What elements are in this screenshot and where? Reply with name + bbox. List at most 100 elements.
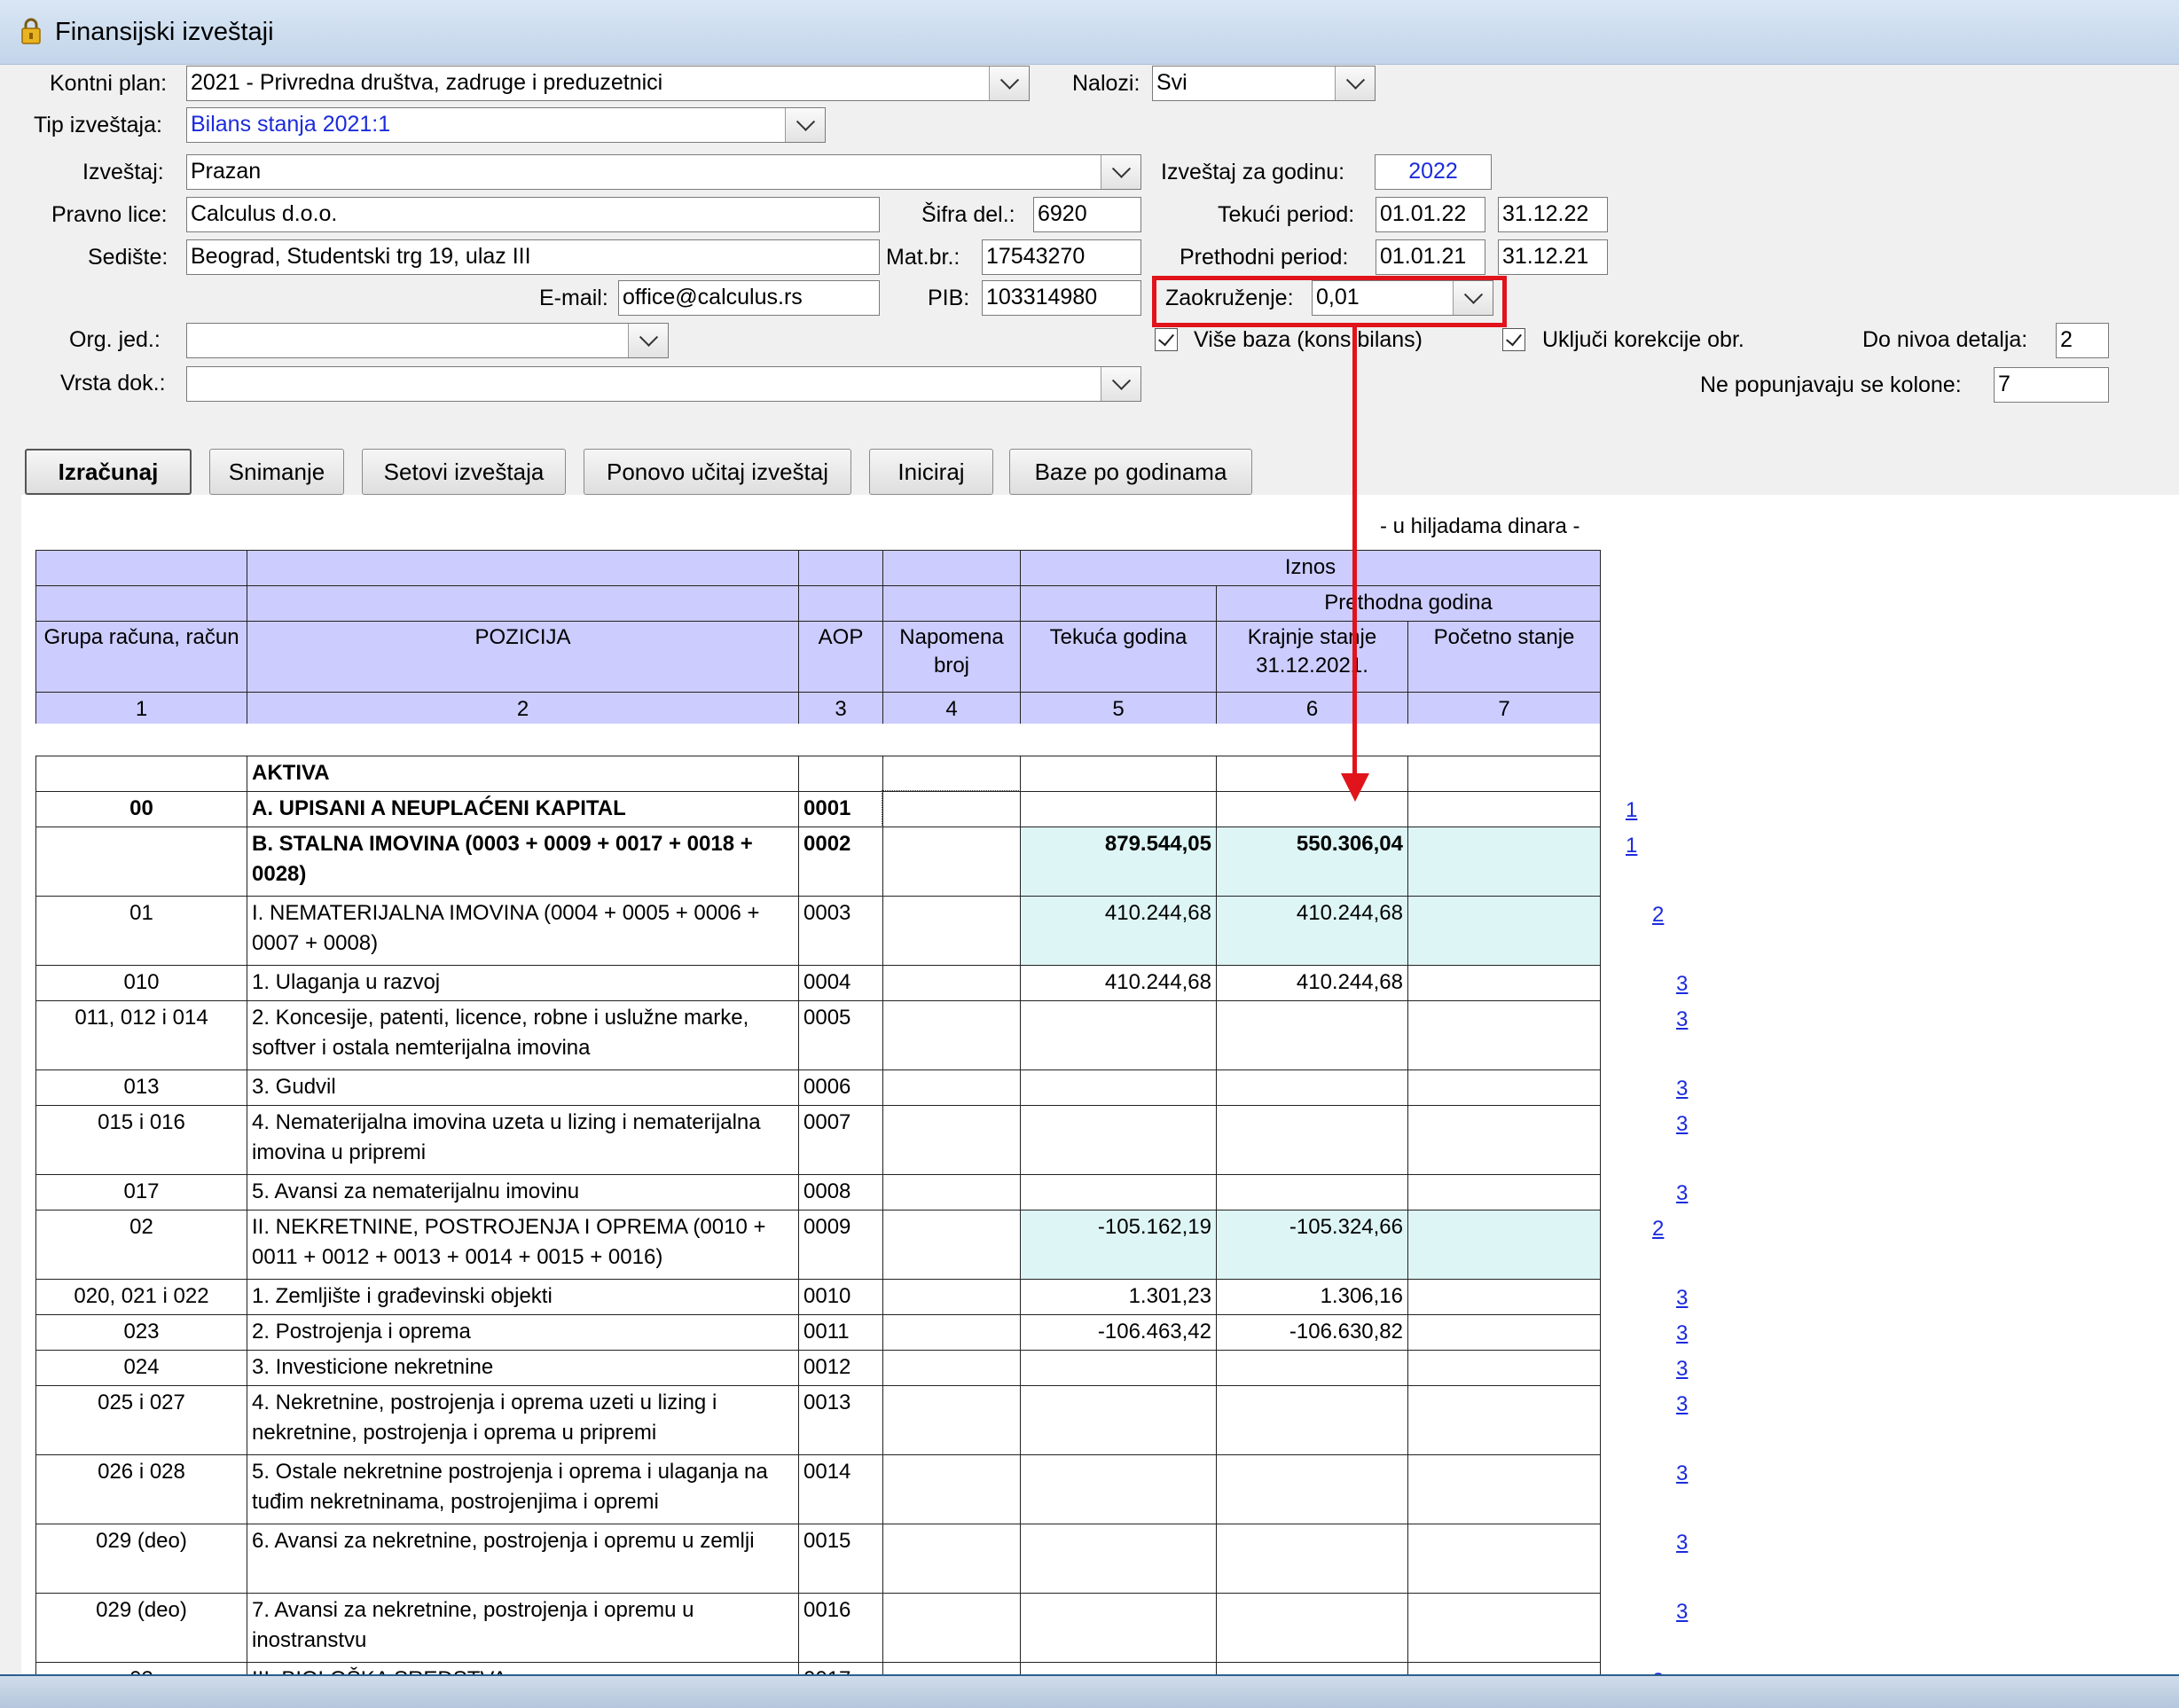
row-aop: 0007 bbox=[798, 1105, 882, 1174]
snimanje-button[interactable]: Snimanje bbox=[209, 449, 344, 495]
row-pocetno bbox=[1407, 1174, 1600, 1210]
izvestaj-label: Izveštaj: bbox=[82, 160, 164, 184]
detail-level-link[interactable]: 1 bbox=[1620, 798, 1642, 823]
tekuci-period-from-input[interactable]: 01.01.22 bbox=[1376, 197, 1485, 232]
row-tekuca: 1.301,23 bbox=[1020, 1279, 1216, 1314]
header-col2: POZICIJA bbox=[247, 621, 798, 692]
detail-level-link[interactable]: 3 bbox=[1671, 1461, 1693, 1486]
row-pozicija: 4. Nematerijalna imovina uzeta u lizing … bbox=[247, 1105, 798, 1174]
row-krajnje bbox=[1216, 1174, 1407, 1210]
kontni-plan-value: 2021 - Privredna društva, zadruge i pred… bbox=[191, 70, 663, 95]
detail-level-link[interactable]: 3 bbox=[1671, 1531, 1693, 1555]
row-krajnje: 550.306,04 bbox=[1216, 827, 1407, 896]
detail-level-link[interactable]: 3 bbox=[1671, 1600, 1693, 1625]
row-napomena bbox=[882, 1279, 1020, 1314]
row-grupa: 010 bbox=[35, 965, 247, 1000]
report-area: - u hiljadama dinara - Iznos Prethodna go… bbox=[21, 495, 2179, 1698]
detail-level-link[interactable]: 1 bbox=[1620, 834, 1642, 858]
row-krajnje: 410.244,68 bbox=[1216, 965, 1407, 1000]
header-col1: Grupa računa, račun bbox=[35, 621, 247, 692]
ponovo-ucitaj-button[interactable]: Ponovo učitaj izveštaj bbox=[584, 449, 851, 495]
do-nivoa-detalja-input[interactable]: 2 bbox=[2056, 323, 2109, 358]
row-grupa: 024 bbox=[35, 1350, 247, 1385]
header-prethodna-godina: Prethodna godina bbox=[1216, 585, 1600, 621]
header-blank bbox=[247, 550, 798, 585]
row-grupa: 013 bbox=[35, 1069, 247, 1105]
chevron-down-icon[interactable] bbox=[785, 108, 825, 142]
row-napomena bbox=[882, 1000, 1020, 1069]
izvestaj-za-godinu-label: Izveštaj za godinu: bbox=[1161, 160, 1345, 184]
row-tekuca bbox=[1020, 1350, 1216, 1385]
row-pozicija: 3. Investicione nekretnine bbox=[247, 1350, 798, 1385]
izracunaj-button[interactable]: Izračunaj bbox=[25, 449, 192, 495]
row-pocetno bbox=[1407, 1454, 1600, 1524]
chevron-down-icon[interactable] bbox=[1101, 155, 1140, 189]
detail-level-link[interactable]: 2 bbox=[1647, 1217, 1669, 1242]
baze-po-godinama-button[interactable]: Baze po godinama bbox=[1009, 449, 1252, 495]
chevron-down-icon[interactable] bbox=[1335, 67, 1375, 100]
chevron-down-icon[interactable] bbox=[628, 324, 668, 357]
ukljuci-korekcije-checkbox[interactable] bbox=[1502, 328, 1525, 351]
row-napomena bbox=[882, 1314, 1020, 1350]
ne-popunjavaju-input[interactable]: 7 bbox=[1994, 367, 2109, 403]
sediste-input[interactable]: Beograd, Studentski trg 19, ulaz III bbox=[186, 239, 880, 275]
row-krajnje bbox=[1216, 791, 1407, 827]
chevron-down-icon[interactable] bbox=[989, 67, 1029, 100]
sifra-del-input[interactable]: 6920 bbox=[1033, 197, 1141, 232]
row-tekuca bbox=[1020, 1385, 1216, 1454]
org-jed-select[interactable] bbox=[186, 323, 669, 358]
pravno-lice-input[interactable]: Calculus d.o.o. bbox=[186, 197, 880, 232]
izvestaj-za-godinu-input[interactable]: 2022 bbox=[1375, 154, 1492, 190]
annotation-highlight-box bbox=[1152, 276, 1507, 327]
row-pozicija: B. STALNA IMOVINA (0003 + 0009 + 0017 + … bbox=[247, 827, 798, 896]
row-aop: 0006 bbox=[798, 1069, 882, 1105]
detail-level-link[interactable]: 3 bbox=[1671, 1286, 1693, 1311]
detail-level-link[interactable]: 3 bbox=[1671, 1357, 1693, 1382]
row-grupa: 020, 021 i 022 bbox=[35, 1279, 247, 1314]
detail-level-link[interactable]: 3 bbox=[1671, 1181, 1693, 1206]
tekuci-period-label: Tekući period: bbox=[1218, 202, 1355, 227]
row-napomena bbox=[882, 1385, 1020, 1454]
mat-br-input[interactable]: 17543270 bbox=[982, 239, 1141, 275]
header-iznos: Iznos bbox=[1020, 550, 1600, 585]
vrsta-dok-select[interactable] bbox=[186, 366, 1141, 402]
nalozi-select[interactable]: Svi bbox=[1152, 66, 1376, 101]
detail-level-link[interactable]: 3 bbox=[1671, 972, 1693, 997]
bottom-bar bbox=[0, 1674, 2179, 1708]
vise-baza-checkbox[interactable] bbox=[1155, 328, 1178, 351]
org-jed-label: Org. jed.: bbox=[69, 327, 161, 352]
row-tekuca bbox=[1020, 1174, 1216, 1210]
iniciraj-button[interactable]: Iniciraj bbox=[869, 449, 993, 495]
row-grupa: 017 bbox=[35, 1174, 247, 1210]
row-aop: 0016 bbox=[798, 1593, 882, 1662]
detail-level-link[interactable]: 2 bbox=[1647, 903, 1669, 928]
detail-level-link[interactable]: 3 bbox=[1671, 1321, 1693, 1346]
row-krajnje bbox=[1216, 1593, 1407, 1662]
setovi-izvestaja-button[interactable]: Setovi izveštaja bbox=[362, 449, 566, 495]
chevron-down-icon[interactable] bbox=[1101, 367, 1140, 401]
row-grupa bbox=[35, 756, 247, 791]
row-pocetno bbox=[1407, 1105, 1600, 1174]
kontni-plan-select[interactable]: 2021 - Privredna društva, zadruge i pred… bbox=[186, 66, 1030, 101]
row-pocetno bbox=[1407, 896, 1600, 965]
pib-input[interactable]: 103314980 bbox=[982, 280, 1141, 316]
detail-level-link[interactable]: 3 bbox=[1671, 1112, 1693, 1137]
tip-izvestaja-select[interactable]: Bilans stanja 2021:1 bbox=[186, 107, 826, 143]
prethodni-period-from-input[interactable]: 01.01.21 bbox=[1376, 239, 1485, 275]
detail-level-link[interactable]: 3 bbox=[1671, 1392, 1693, 1417]
izvestaj-select[interactable]: Prazan bbox=[186, 154, 1141, 190]
row-pocetno bbox=[1407, 827, 1600, 896]
detail-level-link[interactable]: 3 bbox=[1671, 1077, 1693, 1101]
detail-level-link[interactable]: 3 bbox=[1671, 1007, 1693, 1032]
do-nivoa-detalja-label: Do nivoa detalja: bbox=[1862, 327, 2028, 352]
row-aop: 0001 bbox=[798, 791, 882, 827]
row-napomena bbox=[882, 1105, 1020, 1174]
row-tekuca bbox=[1020, 1593, 1216, 1662]
row-pocetno bbox=[1407, 1593, 1600, 1662]
header-blank bbox=[798, 550, 882, 585]
row-grupa: 02 bbox=[35, 1210, 247, 1279]
pib-label: PIB: bbox=[928, 286, 970, 310]
email-input[interactable]: office@calculus.rs bbox=[618, 280, 880, 316]
prethodni-period-to-input[interactable]: 31.12.21 bbox=[1498, 239, 1608, 275]
tekuci-period-to-input[interactable]: 31.12.22 bbox=[1498, 197, 1608, 232]
